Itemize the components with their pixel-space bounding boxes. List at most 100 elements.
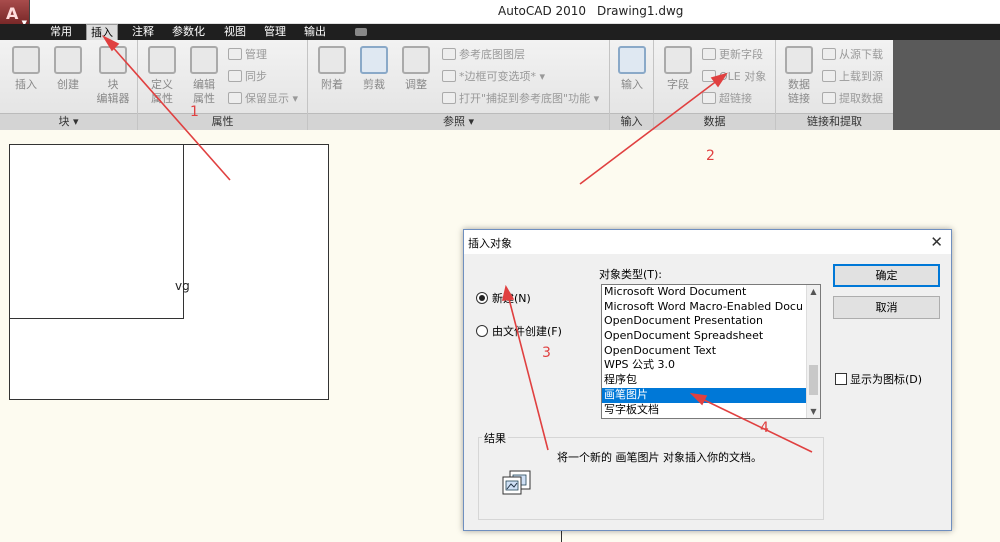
panel-title-import: 输入 (610, 113, 653, 130)
clip-icon (360, 46, 388, 74)
field-icon (664, 46, 692, 74)
list-item[interactable]: WPS 公式 3.0 (602, 358, 820, 373)
list-scrollbar[interactable]: ▲ ▼ (806, 285, 820, 418)
insert-block-button[interactable]: 插入 (8, 46, 44, 92)
tag-icon (148, 46, 176, 74)
object-preview-icon (502, 470, 531, 495)
radio-create-new[interactable]: 新建(N) (476, 290, 531, 306)
list-item[interactable]: 程序包 (602, 373, 820, 388)
tab-home[interactable]: 常用 (46, 24, 76, 40)
panel-title-attributes: 属性 (138, 113, 307, 130)
annotation-number: 1 (190, 104, 199, 120)
import-arrow-icon (618, 46, 646, 74)
tab-annotate[interactable]: 注释 (128, 24, 158, 40)
ole-object-button[interactable]: OLE 对象 (702, 68, 766, 86)
download-from-source-button[interactable]: 从源下载 (822, 46, 883, 64)
list-item[interactable]: OpenDocument Text (602, 344, 820, 359)
panel-title-linking: 链接和提取 (776, 113, 893, 130)
annotation-number: 3 (542, 345, 551, 361)
display-as-icon-checkbox[interactable]: 显示为图标(D) (835, 371, 922, 387)
autocad-logo-icon: A (6, 4, 19, 23)
create-block-button[interactable]: 创建 (50, 46, 86, 92)
result-text: 将一个新的 画笔图片 对象插入你的文档。 (557, 451, 762, 464)
adjust-icon (402, 46, 430, 74)
hyperlink-button[interactable]: 超链接 (702, 90, 752, 108)
scroll-thumb[interactable] (809, 365, 818, 395)
tab-view[interactable]: 视图 (220, 24, 250, 40)
ok-button[interactable]: 确定 (833, 264, 940, 287)
panel-title-block[interactable]: 块 ▾ (0, 113, 137, 130)
list-item[interactable]: Microsoft Word Macro-Enabled Docu (602, 300, 820, 315)
panel-linking: 数据 链接 从源下载 上载到源 提取数据 链接和提取 (776, 40, 893, 130)
drawing-rectangle-inner[interactable] (9, 144, 184, 319)
extract-icon (822, 92, 836, 104)
edit-tag-icon (190, 46, 218, 74)
tab-parametric[interactable]: 参数化 (168, 24, 209, 40)
list-item[interactable]: OpenDocument Presentation (602, 314, 820, 329)
ribbon-tab-bar: 常用 插入 注释 参数化 视图 管理 输出 (0, 24, 1000, 41)
attach-icon (318, 46, 346, 74)
radio-create-from-file[interactable]: 由文件创建(F) (476, 323, 562, 339)
object-type-list[interactable]: Microsoft Word Document Microsoft Word M… (601, 284, 821, 419)
define-attributes-button[interactable]: 定义 属性 (144, 46, 180, 106)
radio-unselected-icon[interactable] (476, 325, 488, 337)
title-bar: AutoCAD 2010 Drawing1.dwg (0, 0, 1000, 24)
upload-to-source-button[interactable]: 上载到源 (822, 68, 883, 86)
import-button[interactable]: 输入 (616, 46, 648, 92)
insert-block-icon (12, 46, 40, 74)
panel-title-data: 数据 (654, 113, 775, 130)
display-icon (228, 92, 242, 104)
extract-data-button[interactable]: 提取数据 (822, 90, 883, 108)
sync-attributes-button[interactable]: 同步 (228, 68, 267, 86)
annotation-number: 2 (706, 148, 715, 164)
underlay-layers-button[interactable]: 参考底图图层 (442, 46, 525, 64)
cancel-button[interactable]: 取消 (833, 296, 940, 319)
panel-title-reference[interactable]: 参照 ▾ (308, 113, 609, 130)
data-link-button[interactable]: 数据 链接 (782, 46, 816, 106)
layers-icon (442, 48, 456, 60)
list-item[interactable]: Microsoft Word Document (602, 285, 820, 300)
frame-options-dropdown[interactable]: *边框可变选项* ▾ (442, 68, 545, 86)
radio-selected-icon[interactable] (476, 292, 488, 304)
tab-manage[interactable]: 管理 (260, 24, 290, 40)
dialog-title: 插入对象 (468, 237, 512, 250)
hyperlink-icon (702, 92, 716, 104)
insert-object-dialog: 插入对象 ✕ 新建(N) 由文件创建(F) 对象类型(T): Microsoft… (463, 229, 952, 531)
snap-to-underlay-dropdown[interactable]: 打开"捕捉到参考底图"功能 ▾ (442, 90, 599, 108)
snap-icon (442, 92, 456, 104)
update-fields-button[interactable]: 更新字段 (702, 46, 763, 64)
field-button[interactable]: 字段 (662, 46, 694, 92)
dialog-title-bar[interactable]: 插入对象 ✕ (464, 230, 951, 254)
tab-insert[interactable]: 插入 (86, 24, 118, 41)
clip-button[interactable]: 剪裁 (358, 46, 390, 92)
ribbon-empty-area (893, 40, 1000, 130)
drawing-text-fragment: vg (175, 279, 190, 293)
scroll-up-icon[interactable]: ▲ (807, 285, 820, 298)
panel-attributes: 定义 属性 编辑 属性 管理 同步 保留显示 ▾ 属性 (138, 40, 308, 130)
ole-object-icon (702, 70, 716, 82)
object-type-label: 对象类型(T): (599, 268, 663, 281)
list-item-selected[interactable]: 画笔图片 (602, 387, 820, 403)
list-item[interactable]: OpenDocument Spreadsheet (602, 329, 820, 344)
list-item[interactable]: 写字板文档 (602, 403, 820, 418)
download-icon (822, 48, 836, 60)
tab-output[interactable]: 输出 (300, 24, 330, 40)
adjust-button[interactable]: 调整 (400, 46, 432, 92)
upload-icon (822, 70, 836, 82)
block-editor-button[interactable]: 块 编辑器 (92, 46, 134, 106)
update-icon (702, 48, 716, 60)
ribbon-minimize-icon[interactable] (355, 28, 367, 36)
close-icon[interactable]: ✕ (930, 233, 943, 251)
panel-import: 输入 输入 (610, 40, 654, 130)
ribbon: 插入 创建 块 编辑器 块 ▾ 定义 属性 编辑 属性 管理 同步 保留显示 ▾… (0, 40, 893, 130)
annotation-number: 4 (760, 420, 769, 436)
edit-attributes-button[interactable]: 编辑 属性 (186, 46, 222, 106)
retain-display-button[interactable]: 保留显示 ▾ (228, 90, 298, 108)
attach-button[interactable]: 附着 (316, 46, 348, 92)
frame-icon (442, 70, 456, 82)
sync-icon (228, 70, 242, 82)
scroll-down-icon[interactable]: ▼ (807, 405, 820, 418)
checkbox-icon[interactable] (835, 373, 847, 385)
panel-reference: 附着 剪裁 调整 参考底图图层 *边框可变选项* ▾ 打开"捕捉到参考底图"功能… (308, 40, 610, 130)
manage-attributes-button[interactable]: 管理 (228, 46, 267, 64)
